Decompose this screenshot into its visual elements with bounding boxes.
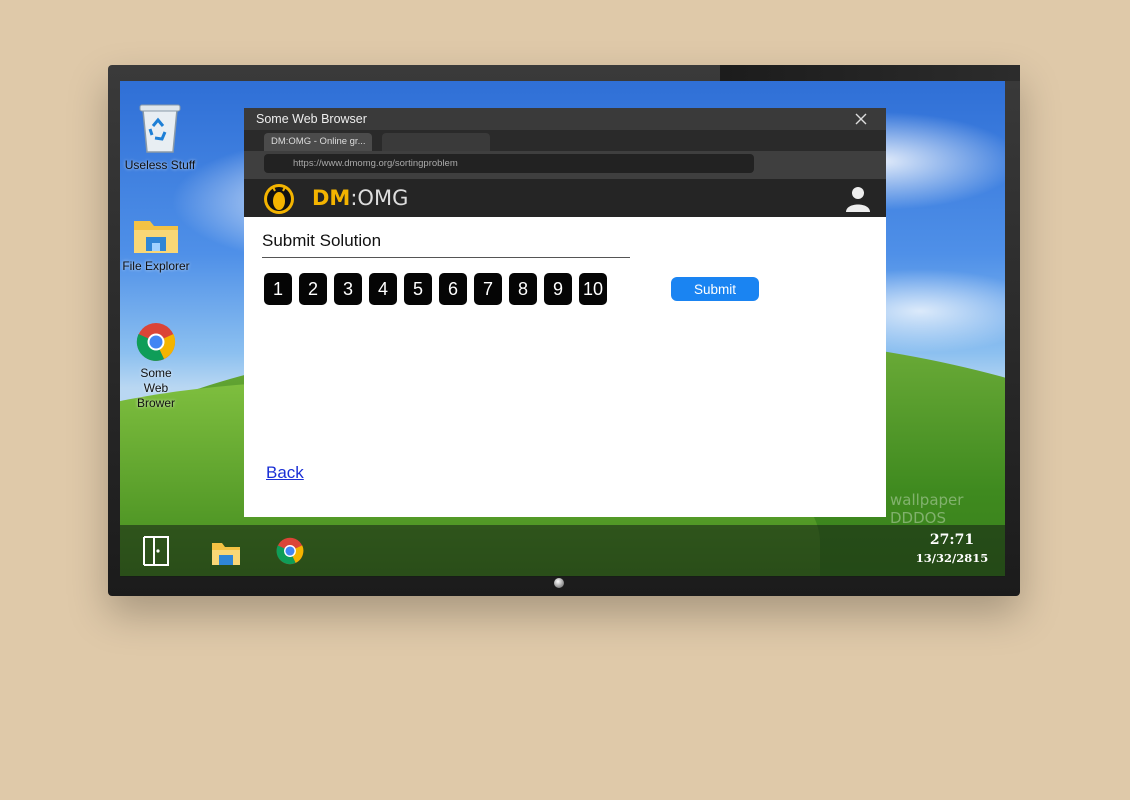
clock-time: 27:71 — [929, 532, 975, 548]
power-button[interactable] — [554, 578, 564, 588]
chrome-icon[interactable] — [276, 537, 304, 565]
clock-date: 13/32/2815 — [915, 551, 989, 565]
door-icon[interactable] — [140, 535, 172, 567]
number-tile[interactable]: 9 — [544, 273, 572, 305]
folder-icon[interactable] — [210, 537, 242, 569]
user-icon[interactable] — [844, 185, 872, 213]
number-tile[interactable]: 10 — [579, 273, 607, 305]
dmomg-logo-icon[interactable] — [260, 181, 298, 215]
window-title: Some Web Browser — [256, 112, 367, 126]
tab-strip: DM:OMG - Online gr... — [244, 130, 886, 151]
submit-button[interactable]: Submit — [671, 277, 759, 301]
site-header: DM:OMG — [244, 179, 886, 217]
window-titlebar[interactable]: Some Web Browser — [244, 108, 886, 130]
desktop-icon-label: File Explorer — [122, 259, 190, 273]
desktop-icon-web-browser[interactable]: Some Web Brower — [119, 322, 193, 411]
taskbar: 27:71 13/32/2815 — [120, 525, 1005, 577]
number-tile[interactable]: 3 — [334, 273, 362, 305]
back-link[interactable]: Back — [266, 463, 304, 483]
number-tile[interactable]: 8 — [509, 273, 537, 305]
folder-icon — [134, 221, 178, 253]
browser-window: Some Web Browser DM:OMG - Online gr... h… — [244, 108, 886, 517]
desktop-icon-label: Some Web Brower — [136, 366, 175, 410]
number-tile[interactable]: 5 — [404, 273, 432, 305]
recycle-bin-icon — [139, 104, 181, 153]
number-tile[interactable]: 1 — [264, 273, 292, 305]
system-clock[interactable]: 27:71 13/32/2815 — [907, 531, 997, 567]
monitor-bezel-highlight — [720, 65, 1020, 81]
page-content: Submit Solution 1 2 3 4 5 6 7 8 9 10 Sub… — [244, 217, 886, 517]
brand-dm: DM — [312, 186, 351, 210]
number-tile[interactable]: 6 — [439, 273, 467, 305]
desktop-icon-file-explorer[interactable]: File Explorer — [119, 215, 193, 274]
close-icon[interactable] — [854, 112, 868, 126]
url-input[interactable]: https://www.dmomg.org/sortingproblem — [264, 154, 754, 173]
number-tile[interactable]: 4 — [369, 273, 397, 305]
wallpaper-watermark: wallpaper DDDOS — [890, 491, 964, 527]
number-tile[interactable]: 7 — [474, 273, 502, 305]
chrome-icon — [136, 323, 176, 361]
address-bar: https://www.dmomg.org/sortingproblem — [244, 151, 886, 179]
number-tile[interactable]: 2 — [299, 273, 327, 305]
tab-dmomg[interactable]: DM:OMG - Online gr... — [264, 133, 372, 151]
number-tiles: 1 2 3 4 5 6 7 8 9 10 — [264, 273, 607, 305]
tab-label: DM:OMG - Online gr... — [271, 136, 366, 147]
page-title: Submit Solution — [262, 231, 630, 258]
desktop-icon-useless-stuff[interactable]: Useless Stuff — [123, 102, 197, 173]
tab-new[interactable] — [382, 133, 490, 151]
desktop-icon-label: Useless Stuff — [124, 158, 196, 172]
site-brand[interactable]: DM:OMG — [312, 185, 408, 211]
brand-omg: :OMG — [350, 186, 409, 210]
